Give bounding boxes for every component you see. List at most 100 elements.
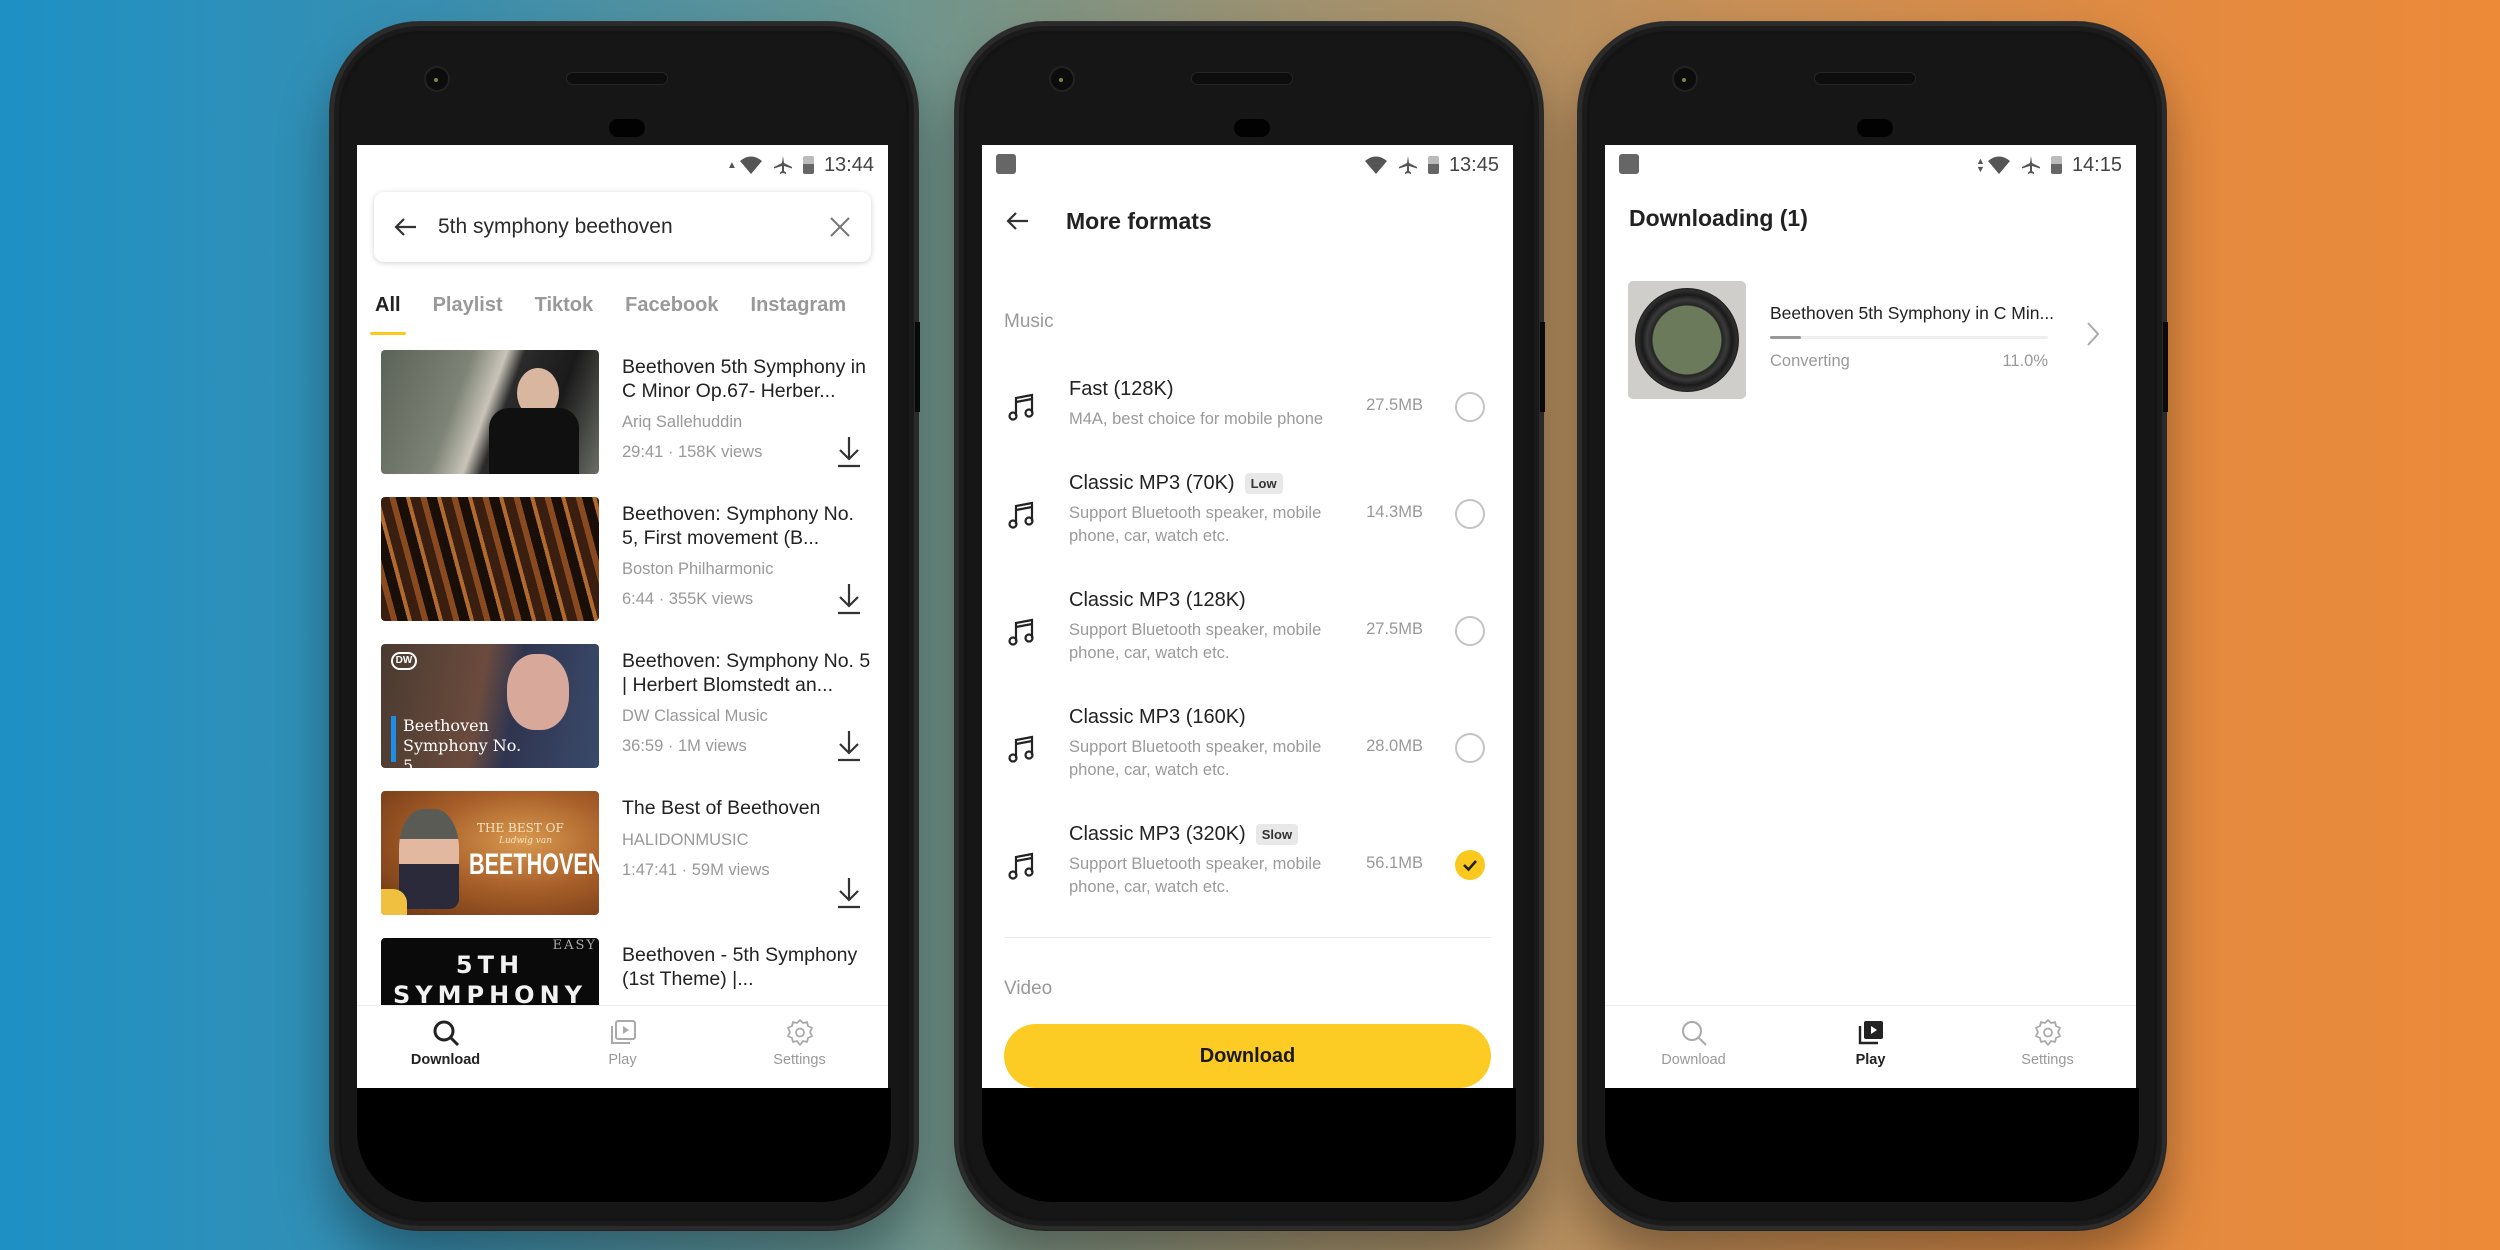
battery-icon (1427, 156, 1439, 174)
gallery-notification-icon (996, 154, 1016, 174)
status-bar: ▲ 13:44 (357, 145, 888, 185)
clear-search-icon[interactable] (829, 216, 851, 238)
nav-download[interactable]: Download (1605, 1006, 1782, 1088)
search-bar: 5th symphony beethoven (374, 192, 871, 262)
tab-facebook[interactable]: Facebook (625, 285, 718, 337)
earpiece-speaker (1192, 73, 1292, 84)
tab-tiktok[interactable]: Tiktok (535, 285, 594, 337)
format-option[interactable]: Classic MP3 (160K) Support Bluetooth spe… (982, 706, 1513, 816)
search-results-list: Beethoven 5th Symphony in C Minor Op.67-… (357, 347, 888, 1005)
chevron-right-icon[interactable] (2085, 320, 2101, 348)
thumbnail-caption: Beethoven Symphony No. 5 (403, 716, 522, 768)
format-size: 27.5MB (1366, 620, 1423, 638)
nav-play[interactable]: Play (534, 1006, 711, 1088)
source-tabs: All Playlist Tiktok Facebook Instagram (357, 285, 888, 337)
format-radio[interactable] (1455, 616, 1485, 646)
tab-instagram[interactable]: Instagram (751, 285, 847, 337)
format-description: Support Bluetooth speaker, mobile phone,… (1069, 855, 1322, 896)
download-notification-icon (1619, 154, 1639, 174)
download-status: Converting (1770, 352, 1850, 370)
vinyl-record-image (1635, 288, 1739, 392)
result-channel: Boston Philharmonic (622, 560, 774, 578)
airplane-mode-icon (2021, 156, 2040, 174)
music-note-icon (1008, 618, 1034, 646)
nav-settings[interactable]: Settings (711, 1006, 888, 1088)
data-arrow-icon: ▲ (727, 159, 737, 171)
front-camera (1674, 68, 1696, 90)
result-meta: 36:59 · 1M views (622, 737, 747, 755)
status-time: 14:15 (2071, 153, 2122, 176)
video-thumbnail[interactable]: EASY 5TH SYMPHONY (381, 938, 599, 1005)
back-arrow-icon[interactable] (1006, 211, 1030, 231)
format-radio[interactable] (1455, 733, 1485, 763)
downloading-heading: Downloading (1) (1629, 205, 1808, 231)
nav-label: Play (608, 1052, 637, 1068)
nav-label: Play (1855, 1052, 1886, 1068)
back-arrow-icon[interactable] (394, 217, 418, 237)
result-meta: 6:44 · 355K views (622, 590, 754, 608)
download-icon[interactable] (835, 582, 863, 616)
format-option[interactable]: Classic MP3 (128K) Support Bluetooth spe… (982, 589, 1513, 699)
format-size: 28.0MB (1366, 737, 1423, 755)
battery-icon (802, 156, 814, 174)
page-title: More formats (1066, 207, 1212, 234)
result-item[interactable]: Beethoven 5th Symphony in C Minor Op.67-… (357, 347, 888, 494)
thumbnail-subtitle: THE BEST OF (477, 821, 564, 835)
battery-icon (2050, 156, 2062, 174)
bottom-navigation: Download Play Settings (357, 1005, 888, 1088)
format-option[interactable]: Classic MP3 (70K) Low Support Bluetooth s… (982, 472, 1513, 582)
format-title: Fast (128K) (1069, 378, 1174, 400)
format-radio-checked[interactable] (1455, 850, 1485, 880)
format-option-selected[interactable]: Classic MP3 (320K) Slow Support Bluetooth… (982, 823, 1513, 933)
play-library-icon (1858, 1021, 1883, 1045)
nav-play[interactable]: Play (1782, 1006, 1959, 1088)
nav-label: Download (410, 1052, 481, 1068)
video-thumbnail[interactable]: DW Beethoven Symphony No. 5 (381, 644, 599, 768)
result-item[interactable]: Beethoven: Symphony No. 5, First movemen… (357, 494, 888, 641)
phone-frame-formats: 13:45 More formats Music Fast (128K) M4A… (955, 22, 1545, 1230)
format-title: Classic MP3 (128K) (1069, 589, 1246, 611)
result-channel: HALIDONMUSIC (622, 831, 749, 849)
download-title: Beethoven 5th Symphony in C Min... (1770, 303, 2055, 323)
format-radio[interactable] (1455, 499, 1485, 529)
music-note-icon (1008, 852, 1034, 880)
earpiece-speaker (1815, 73, 1915, 84)
result-channel: DW Classical Music (622, 707, 768, 725)
download-progress-fill (1770, 336, 1801, 339)
section-divider (1004, 937, 1491, 938)
result-item[interactable]: DW Beethoven Symphony No. 5 Beethoven: S… (357, 641, 888, 788)
tab-all[interactable]: All (370, 285, 406, 337)
wifi-icon (1364, 156, 1387, 174)
format-title: Classic MP3 (320K) Slow (1069, 823, 1299, 846)
download-item[interactable]: Beethoven 5th Symphony in C Min... Conve… (1605, 275, 2136, 399)
download-button[interactable]: Download (1004, 1024, 1491, 1088)
search-input[interactable]: 5th symphony beethoven (438, 215, 829, 239)
format-radio[interactable] (1455, 392, 1485, 422)
quality-badge-low: Low (1244, 473, 1283, 494)
download-percent: 11.0% (2002, 352, 2048, 370)
download-icon[interactable] (835, 876, 863, 910)
video-thumbnail[interactable] (381, 497, 599, 621)
nav-download[interactable]: Download (357, 1006, 534, 1088)
result-item[interactable]: EASY 5TH SYMPHONY Beethoven - 5th Sympho… (357, 935, 888, 1005)
status-time: 13:45 (1448, 153, 1499, 176)
album-art (1628, 281, 1746, 399)
search-icon (1681, 1021, 1707, 1046)
video-thumbnail[interactable] (381, 350, 599, 474)
front-camera (426, 68, 448, 90)
download-icon[interactable] (835, 729, 863, 763)
nav-settings[interactable]: Settings (1959, 1006, 2136, 1088)
format-size: 56.1MB (1366, 854, 1423, 872)
status-bar: 13:45 (982, 145, 1513, 185)
download-icon[interactable] (835, 435, 863, 469)
thumbnail-caption: 5TH SYMPHONY (392, 951, 588, 1005)
downloads-screen: ▲ ▼ 14:15 Downloading (1) Beethoven 5th S… (1605, 145, 2136, 1088)
checkmark-icon (1463, 860, 1477, 872)
bottom-navigation: Download Play Settings (1605, 1005, 2136, 1088)
video-thumbnail[interactable]: THE BEST OF Ludwig van BEETHOVEN (381, 791, 599, 915)
play-library-icon (610, 1020, 636, 1044)
status-time: 13:44 (823, 153, 874, 176)
format-description: Support Bluetooth speaker, mobile phone,… (1069, 738, 1322, 779)
tab-playlist[interactable]: Playlist (433, 285, 503, 337)
result-item[interactable]: THE BEST OF Ludwig van BEETHOVEN The Bes… (357, 788, 888, 935)
